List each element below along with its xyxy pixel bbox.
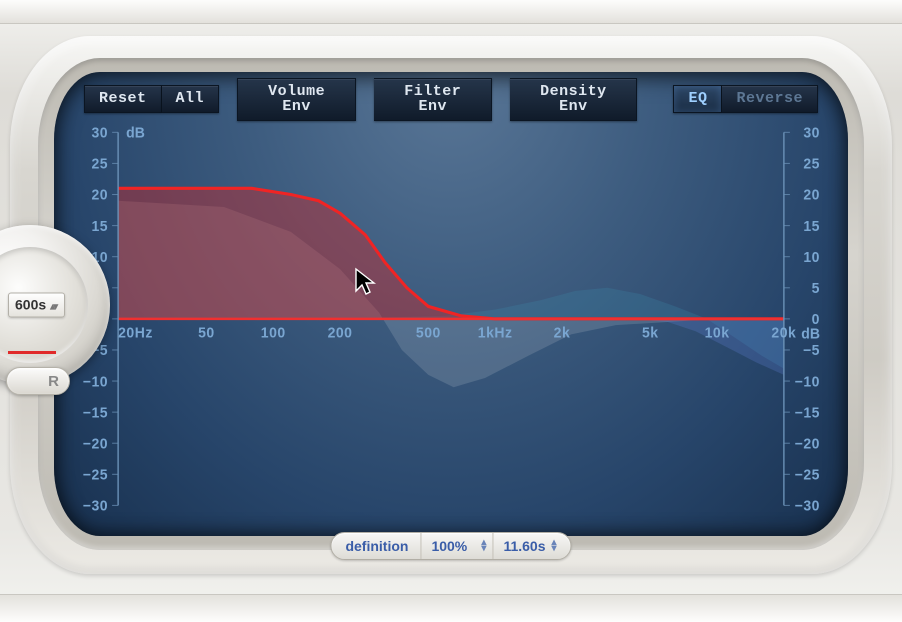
definition-percent-value: 100%	[431, 539, 467, 553]
reset-group: Reset All	[84, 85, 219, 113]
svg-text:−25: −25	[83, 467, 108, 483]
svg-text:500: 500	[416, 325, 441, 341]
stepper-icon: ▴▾	[481, 540, 486, 552]
svg-text:50: 50	[198, 325, 215, 341]
channel-label: R	[48, 374, 59, 389]
definition-time-value: 11.60s	[503, 539, 545, 553]
svg-text:15: 15	[803, 219, 820, 235]
svg-text:dB: dB	[801, 326, 820, 342]
svg-text:10k: 10k	[705, 325, 730, 341]
eq-plot[interactable]: 303025252020151510105500dB−5−5−10−10−15−…	[70, 124, 832, 520]
window-chrome-top	[0, 0, 902, 24]
display-bezel: Reset All Volume Env Filter Env Density …	[10, 36, 892, 574]
svg-text:−10: −10	[795, 374, 820, 390]
knob-value: 600s	[15, 297, 46, 313]
svg-text:20: 20	[91, 187, 108, 203]
right-group: EQ Reverse	[673, 85, 818, 113]
svg-text:30: 30	[91, 125, 108, 141]
svg-text:5: 5	[812, 281, 820, 297]
svg-text:1kHz: 1kHz	[478, 325, 513, 341]
tab-volume-env[interactable]: Volume Env	[237, 78, 356, 121]
svg-text:10: 10	[803, 250, 820, 266]
svg-text:25: 25	[803, 156, 820, 172]
svg-text:5k: 5k	[642, 325, 659, 341]
tab-filter-env[interactable]: Filter Env	[374, 78, 492, 121]
svg-text:15: 15	[91, 219, 108, 235]
definition-time[interactable]: 11.60s ▴▾	[493, 533, 570, 559]
svg-text:−25: −25	[795, 467, 820, 483]
stepper-icon: ▴▾	[50, 302, 56, 313]
knob-indicator	[8, 351, 56, 354]
svg-text:20: 20	[803, 187, 820, 203]
eq-screen: Reset All Volume Env Filter Env Density …	[54, 72, 848, 536]
svg-text:dB: dB	[126, 125, 145, 141]
svg-text:30: 30	[803, 125, 820, 141]
svg-text:−20: −20	[795, 436, 820, 452]
definition-percent[interactable]: 100% ▴▾	[421, 533, 493, 559]
svg-text:−15: −15	[795, 405, 820, 421]
svg-text:25: 25	[91, 156, 108, 172]
window-chrome-bottom	[0, 594, 902, 622]
stepper-icon: ▴▾	[552, 540, 557, 552]
toolbar: Reset All Volume Env Filter Env Density …	[84, 84, 818, 114]
svg-text:100: 100	[261, 325, 286, 341]
svg-text:−30: −30	[795, 498, 820, 514]
channel-pill[interactable]: R	[6, 367, 70, 395]
knob-readout[interactable]: 600s ▴▾	[8, 293, 65, 318]
tab-density-env[interactable]: Density Env	[510, 78, 637, 121]
svg-text:−15: −15	[83, 405, 108, 421]
svg-text:−5: −5	[803, 343, 820, 359]
svg-text:2k: 2k	[554, 325, 571, 341]
footer-controls: definition 100% ▴▾ 11.60s ▴▾	[330, 532, 571, 560]
reset-button[interactable]: Reset	[84, 85, 162, 113]
eq-plot-svg[interactable]: 303025252020151510105500dB−5−5−10−10−15−…	[70, 124, 832, 520]
svg-text:−20: −20	[83, 436, 108, 452]
svg-text:20Hz: 20Hz	[118, 325, 153, 341]
tab-eq[interactable]: EQ	[673, 85, 722, 113]
svg-text:−10: −10	[83, 374, 108, 390]
svg-text:−30: −30	[83, 498, 108, 514]
definition-label: definition	[331, 533, 421, 559]
svg-text:200: 200	[328, 325, 353, 341]
reset-all-button[interactable]: All	[162, 85, 220, 113]
svg-text:20k: 20k	[771, 325, 796, 341]
reverse-button[interactable]: Reverse	[722, 85, 818, 113]
